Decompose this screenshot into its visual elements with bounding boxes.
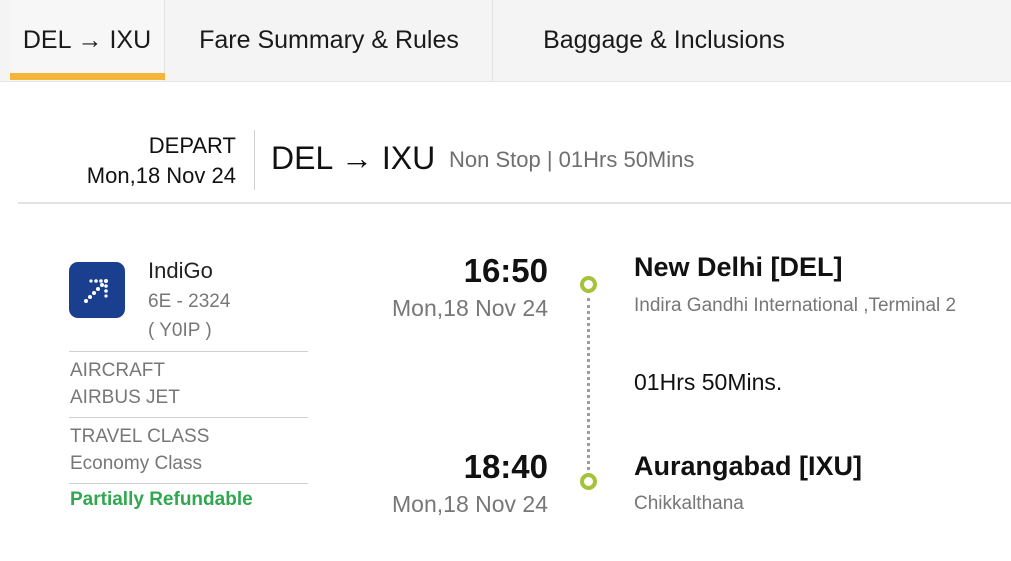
route-meta: Non Stop | 01Hrs 50Mins: [449, 147, 695, 172]
depart-date: Mon,18 Nov 24: [86, 163, 236, 188]
airline-name: IndiGo: [148, 258, 213, 283]
timeline-line: [587, 298, 590, 470]
departure-airport: Indira Gandhi International ,Terminal 2: [634, 295, 957, 316]
departure-city: New Delhi [DEL]: [634, 252, 843, 282]
arrival-date: Mon,18 Nov 24: [392, 491, 548, 517]
route-title: DEL → IXU: [271, 140, 436, 176]
flight-number: 6E - 2324: [148, 291, 231, 312]
arrival-city: Aurangabad [IXU]: [634, 451, 863, 481]
tab-baggage[interactable]: Baggage & Inclusions: [494, 0, 834, 81]
tab-route-label: DEL → IXU: [22, 26, 152, 54]
divider: [69, 483, 308, 484]
flight-duration: 01Hrs 50Mins.: [634, 369, 783, 395]
tab-baggage-label: Baggage & Inclusions: [543, 26, 785, 54]
divider: [69, 351, 308, 352]
tab-fare-summary[interactable]: Fare Summary & Rules: [166, 0, 493, 81]
header-separator: [254, 130, 255, 190]
header-divider: [18, 202, 1011, 204]
arrival-time: 18:40: [463, 448, 548, 485]
travel-class-value: Economy Class: [70, 453, 202, 474]
departure-time: 16:50: [463, 252, 548, 289]
aircraft-label: AIRCRAFT: [70, 360, 165, 381]
active-tab-indicator: [10, 73, 165, 80]
tab-route[interactable]: DEL → IXU: [10, 0, 165, 81]
travel-class-label: TRAVEL CLASS: [70, 426, 210, 447]
arrival-airport: Chikkalthana: [634, 493, 744, 514]
tab-fare-summary-label: Fare Summary & Rules: [199, 26, 459, 54]
refund-status: Partially Refundable: [70, 489, 253, 510]
depart-label: DEPART: [148, 133, 236, 158]
fare-code: ( Y0IP ): [148, 320, 212, 341]
aircraft-value: AIRBUS JET: [70, 387, 180, 408]
tab-bar: DEL → IXU Fare Summary & Rules Baggage &…: [0, 0, 1011, 82]
departure-node-icon: [580, 276, 597, 293]
departure-date: Mon,18 Nov 24: [392, 295, 548, 321]
divider: [69, 417, 308, 418]
arrival-node-icon: [580, 473, 597, 490]
depart-block: DEPART Mon,18 Nov 24: [40, 132, 236, 192]
indigo-logo-icon: [69, 262, 125, 318]
